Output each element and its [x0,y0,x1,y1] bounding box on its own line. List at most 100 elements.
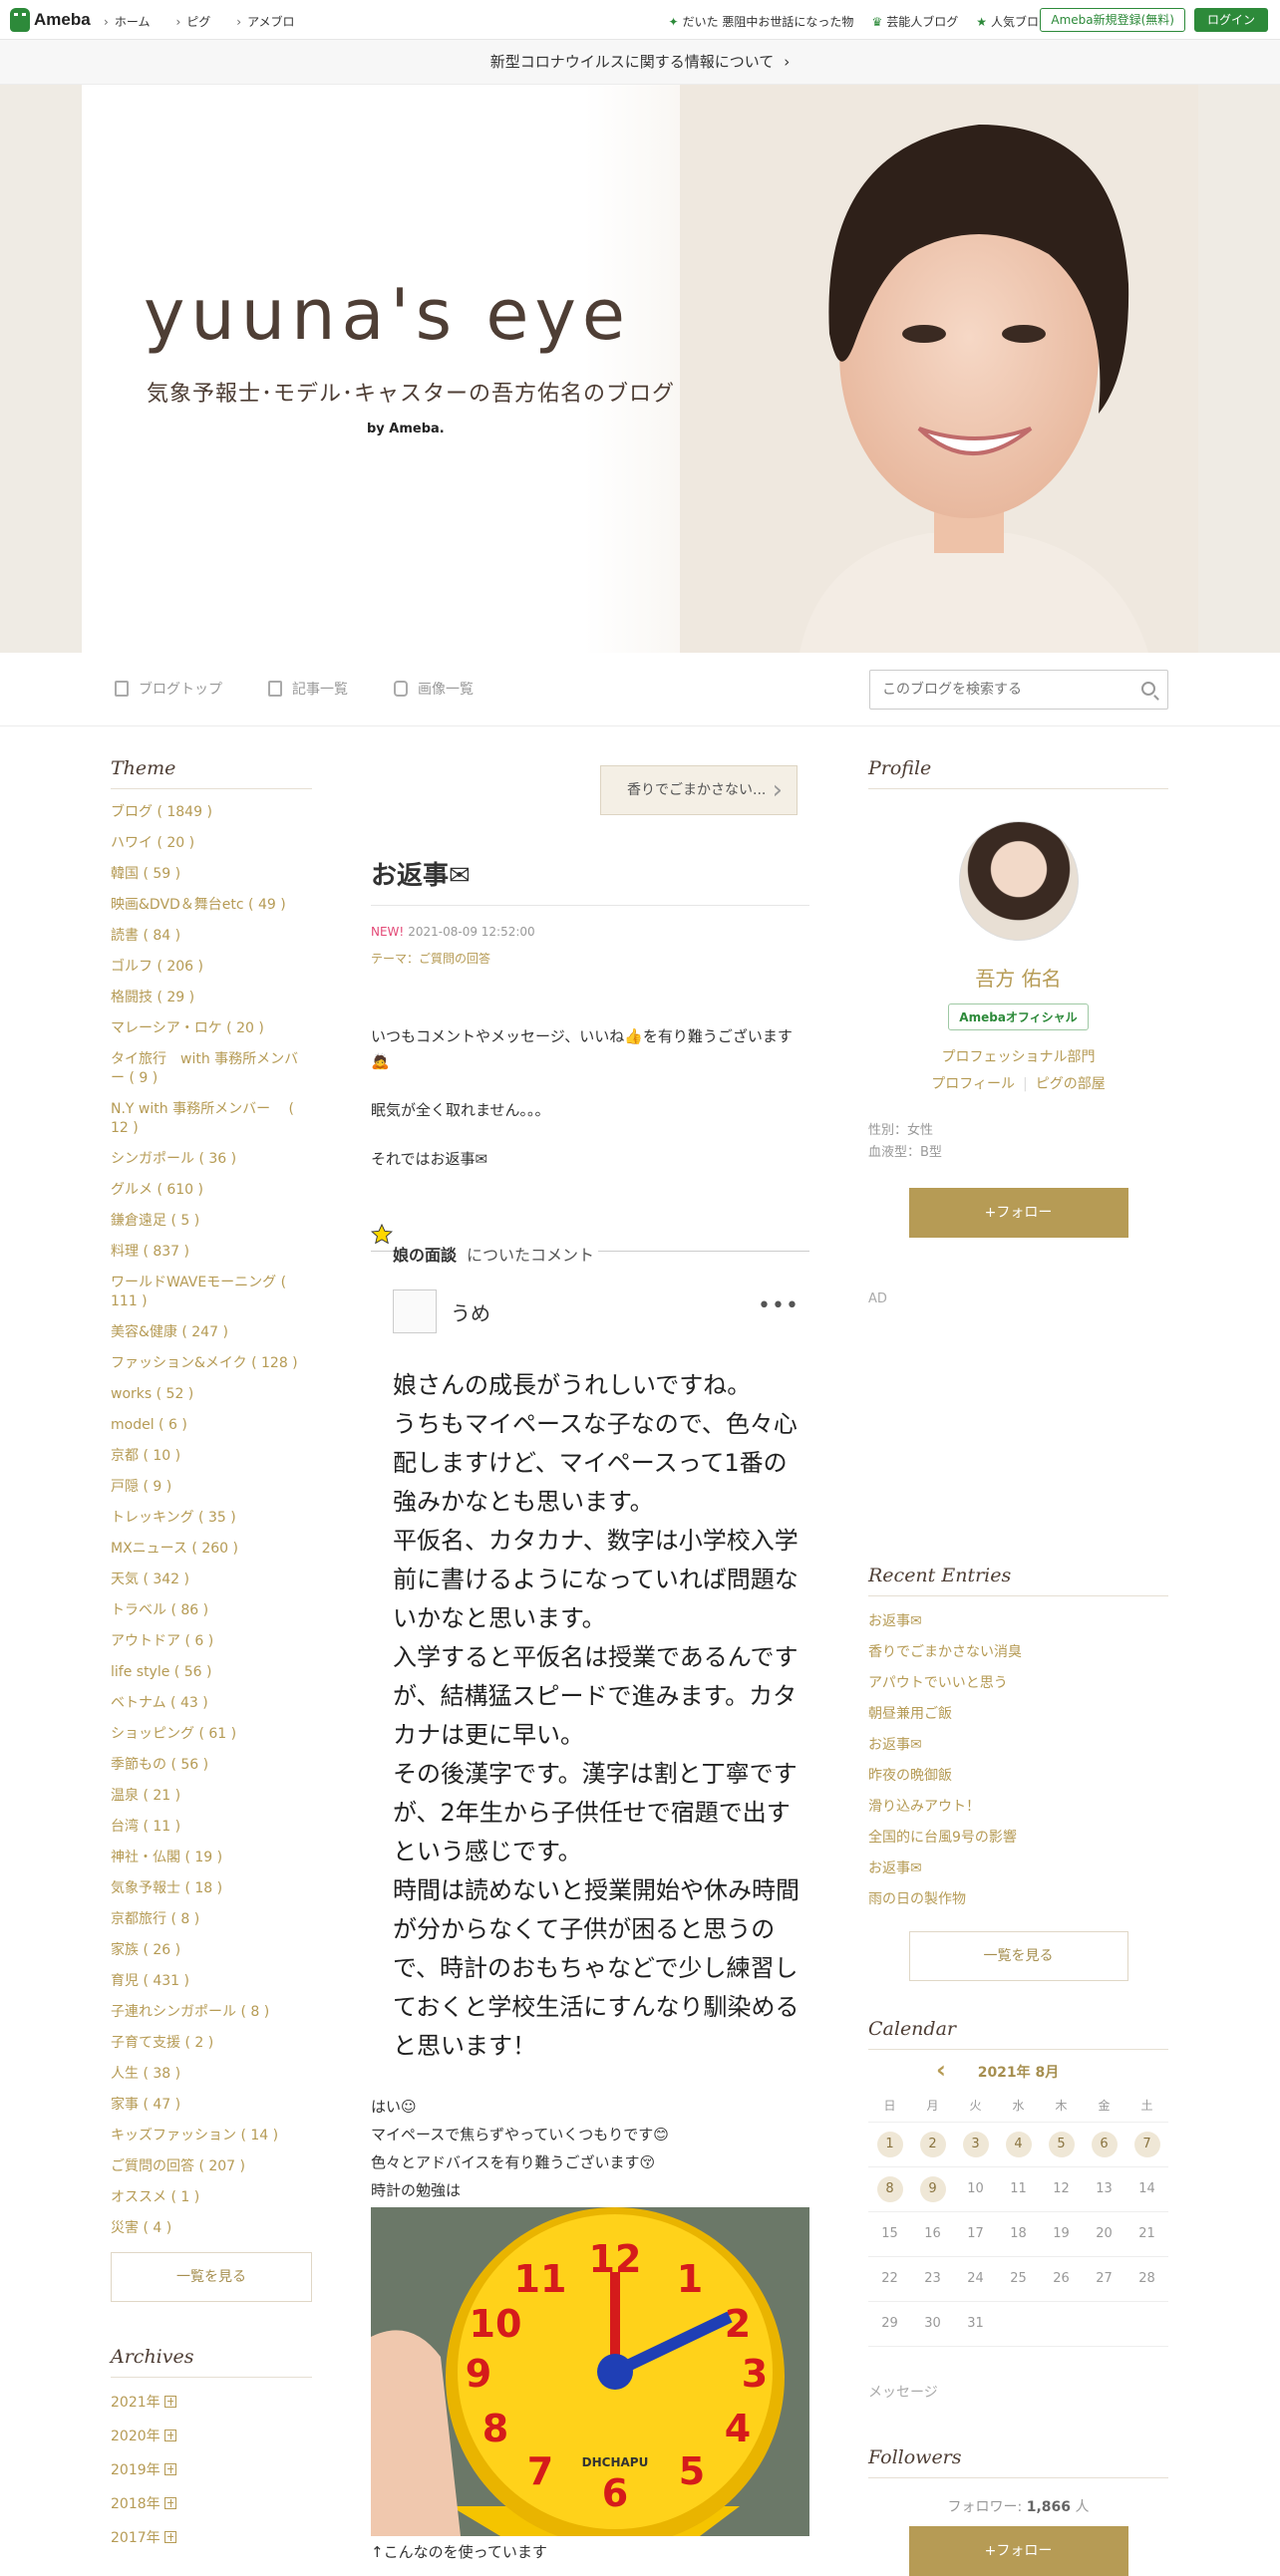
calendar-day[interactable]: 7 [1125,2122,1168,2167]
nav-pigg[interactable]: ピグ [175,13,210,30]
blog-search-input[interactable] [870,671,1120,709]
theme-item[interactable]: ブログ ( 1849 ) [111,803,312,822]
user-avatar[interactable] [393,1289,437,1333]
expand-icon[interactable] [163,2463,176,2475]
blog-top-link[interactable]: ブログトップ [115,679,222,699]
recent-entry-link[interactable]: 全国的に台風9号の影響 [868,1823,1168,1854]
follow-button-bottom[interactable]: +フォロー [908,2526,1128,2576]
recent-entry-link[interactable]: 雨の日の製作物 [868,1884,1168,1915]
theme-item[interactable]: ワールドWAVEモーニング ( 111 ) [111,1274,312,1311]
recent-entry-link[interactable]: アパウトでいいと思う [868,1668,1168,1699]
theme-item[interactable]: シンガポール ( 36 ) [111,1150,312,1169]
theme-item[interactable]: 韓国 ( 59 ) [111,865,312,884]
search-icon[interactable] [1141,682,1155,696]
theme-item[interactable]: 人生 ( 38 ) [111,2065,312,2084]
theme-item[interactable]: トラベル ( 86 ) [111,1601,312,1620]
expand-icon[interactable] [163,2396,176,2408]
profile-link[interactable]: プロフィール [931,1076,1015,1092]
calendar-month[interactable]: 2021年 8月 [868,2056,1168,2084]
theme-item[interactable]: アウトドア ( 6 ) [111,1632,312,1651]
theme-item[interactable]: ベトナム ( 43 ) [111,1694,312,1713]
calendar-day[interactable]: 6 [1083,2122,1125,2167]
expand-icon[interactable] [163,2497,176,2509]
calendar-day[interactable]: 3 [954,2122,997,2167]
theme-item[interactable]: 温泉 ( 21 ) [111,1787,312,1806]
header-link-blog[interactable]: ✦ だいた 悪阻中お世話になった物 [669,13,854,30]
follow-button[interactable]: +フォロー [908,1188,1128,1238]
category-link[interactable]: プロフェッショナル部門 [868,1044,1168,1071]
theme-item[interactable]: 美容&健康 ( 247 ) [111,1323,312,1342]
entry-theme-link[interactable]: テーマ：ご質問の回答 [371,950,490,967]
calendar-day[interactable]: 8 [868,2166,911,2212]
nav-ameblo[interactable]: アメブロ [236,13,294,30]
theme-item[interactable]: キッズファッション ( 14 ) [111,2127,312,2146]
toy-clock-photo[interactable]: 12 123 4567 891011 DHCHAPU [371,2207,809,2536]
theme-item[interactable]: 神社・仏閣 ( 19 ) [111,1849,312,1867]
theme-item[interactable]: オススメ ( 1 ) [111,2188,312,2207]
recent-entry-link[interactable]: お返事✉ [868,1730,1168,1761]
archive-item[interactable]: 2020年 [111,2426,312,2445]
calendar-day[interactable]: 4 [997,2122,1040,2167]
theme-item[interactable]: 映画&DVD＆舞台etc ( 49 ) [111,896,312,915]
archive-item[interactable]: 2018年 [111,2493,312,2513]
recent-entry-link[interactable]: 昨夜の晩御飯 [868,1761,1168,1792]
calendar-day[interactable]: 2 [911,2122,954,2167]
more-options-icon[interactable]: ••• [758,1293,800,1318]
theme-item[interactable]: トレッキング ( 35 ) [111,1509,312,1528]
theme-item[interactable]: 家事 ( 47 ) [111,2096,312,2115]
calendar-day[interactable]: 9 [911,2166,954,2212]
archive-item[interactable]: 2017年 [111,2527,312,2547]
theme-item[interactable]: model ( 6 ) [111,1416,312,1435]
theme-item[interactable]: 子連れシンガポール ( 8 ) [111,2003,312,2022]
theme-item[interactable]: 鎌倉遠足 ( 5 ) [111,1212,312,1231]
archive-item[interactable]: 2021年 [111,2392,312,2412]
theme-item[interactable]: タイ旅行 with 事務所メンバー ( 9 ) [111,1050,312,1088]
theme-item[interactable]: ショッピング ( 61 ) [111,1725,312,1744]
profile-name[interactable]: 吾方 佑名 [868,963,1168,992]
theme-item[interactable]: 戸隠 ( 9 ) [111,1478,312,1497]
archive-item[interactable]: 2019年 [111,2459,312,2479]
theme-item[interactable]: ご質問の回答 ( 207 ) [111,2157,312,2176]
theme-item[interactable]: 子育て支援 ( 2 ) [111,2034,312,2053]
calendar-day[interactable]: 5 [1040,2122,1083,2167]
theme-item[interactable]: 読書 ( 84 ) [111,927,312,946]
register-button[interactable]: Ameba新規登録(無料) [1040,8,1185,32]
theme-item[interactable]: 季節もの ( 56 ) [111,1756,312,1775]
theme-item[interactable]: ゴルフ ( 206 ) [111,958,312,977]
theme-item[interactable]: works ( 52 ) [111,1385,312,1404]
theme-item[interactable]: ファッション&メイク ( 128 ) [111,1354,312,1373]
pigg-room-link[interactable]: ピグの部屋 [1036,1076,1106,1092]
theme-item[interactable]: グルメ ( 610 ) [111,1181,312,1200]
theme-item[interactable]: N.Y with 事務所メンバー ( 12 ) [111,1100,312,1138]
recent-entry-link[interactable]: お返事✉ [868,1606,1168,1637]
nav-home[interactable]: ホーム [104,13,151,30]
recent-entry-link[interactable]: 朝昼兼用ご飯 [868,1699,1168,1730]
theme-item[interactable]: 格闘技 ( 29 ) [111,989,312,1007]
theme-item[interactable]: 京都 ( 10 ) [111,1447,312,1466]
theme-item[interactable]: 台湾 ( 11 ) [111,1818,312,1837]
theme-item[interactable]: ハワイ ( 20 ) [111,834,312,853]
expand-icon[interactable] [163,2430,176,2441]
theme-item[interactable]: 気象予報士 ( 18 ) [111,1879,312,1898]
calendar-day[interactable]: 1 [868,2122,911,2167]
theme-item[interactable]: 育児 ( 431 ) [111,1972,312,1991]
theme-item[interactable]: 災害 ( 4 ) [111,2219,312,2238]
blog-header-banner[interactable]: yuuna's eye 気象予報士･モデル･キャスターの吾方佑名のブログ by … [82,85,1198,653]
expand-icon[interactable] [163,2531,176,2543]
theme-item[interactable]: マレーシア・ロケ ( 20 ) [111,1019,312,1038]
message-link[interactable]: メッセージ [868,2382,938,2402]
theme-more-button[interactable]: 一覧を見る [111,2252,312,2302]
image-list-link[interactable]: 画像一覧 [394,679,474,699]
covid-notice-link[interactable]: 新型コロナウイルスに関する情報について › [0,40,1280,85]
recent-entry-link[interactable]: お返事✉ [868,1854,1168,1884]
comment-article-link[interactable]: 娘の面談 [393,1246,457,1265]
recent-more-button[interactable]: 一覧を見る [908,1931,1128,1981]
theme-item[interactable]: 天気 ( 342 ) [111,1571,312,1589]
recent-entry-link[interactable]: 滑り込みアウト！ [868,1792,1168,1823]
theme-item[interactable]: 料理 ( 837 ) [111,1243,312,1262]
theme-item[interactable]: MXニュース ( 260 ) [111,1540,312,1559]
header-link-celeb[interactable]: ♛ 芸能人ブログ [871,13,958,30]
entry-list-link[interactable]: 記事一覧 [268,679,348,699]
ameba-logo[interactable]: Ameba [10,8,91,32]
login-button[interactable]: ログイン [1194,8,1268,32]
